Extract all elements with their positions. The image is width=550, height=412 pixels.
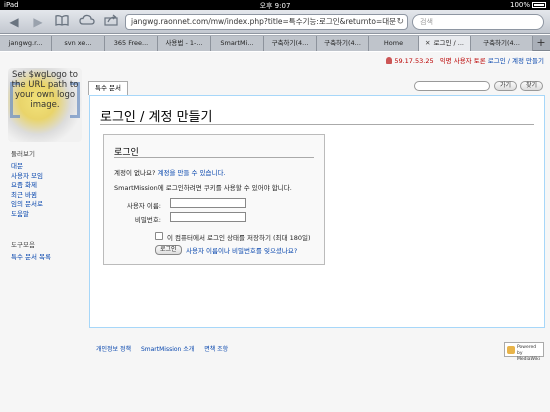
sidebar-item-main-page[interactable]: 대문: [0, 162, 86, 172]
close-tab-icon[interactable]: ✕: [425, 39, 430, 47]
disclaimers-link[interactable]: 면책 조항: [204, 346, 228, 353]
sidebar-item-recent-changes[interactable]: 최근 바뀜: [0, 191, 86, 201]
login-button[interactable]: 로그인: [155, 245, 182, 255]
battery-icon: [532, 2, 546, 8]
tools-header: 도구모음: [11, 241, 35, 249]
create-account-link[interactable]: 계정을 만들 수 있습니다.: [157, 169, 225, 177]
wiki-search-input[interactable]: [414, 81, 490, 91]
footer-links: 개인정보 정책 SmartMission 소개 면책 조항: [96, 344, 236, 353]
username-label: 사용자 이름:: [126, 202, 161, 210]
browser-tab-active[interactable]: ✕ 로그인 / ...: [419, 36, 471, 51]
search-button[interactable]: 찾기: [520, 81, 544, 91]
browser-tab[interactable]: 구축하기(4...: [317, 36, 369, 51]
username-input[interactable]: [170, 198, 246, 208]
privacy-policy-link[interactable]: 개인정보 정책: [96, 346, 131, 353]
mediawiki-icon: [507, 346, 515, 354]
sidebar-item-current-events[interactable]: 요즘 화제: [0, 181, 86, 191]
remember-label: 이 컴퓨터에서 로그인 상태를 저장하기 (최대 180일): [167, 234, 311, 242]
navigation-header: 둘러보기: [11, 150, 35, 158]
remember-checkbox[interactable]: [155, 232, 163, 240]
browser-tab[interactable]: 사용법 - 1-...: [158, 36, 211, 51]
forgot-password-link[interactable]: 사용자 이름이나 비밀번호를 잊으셨나요?: [186, 245, 297, 255]
personal-tools: 59.17.53.25 익명 사용자 토론 로그인 / 계정 만들기: [386, 55, 544, 65]
content-area: 로그인 / 계정 만들기 로그인 계정이 없나요? 계정을 만들 수 있습니다.…: [89, 95, 545, 328]
tab-bar: jangwg.r... svn xe... 365 Free... 사용법 - …: [0, 35, 550, 51]
reload-icon[interactable]: ↻: [396, 15, 404, 29]
cookie-note: SmartMission에 로그인하려면 쿠키를 사용할 수 있어야 합니다.: [114, 184, 292, 192]
browser-toolbar: ◀ ▶ jangwg.raonnet.com/mw/index.php?titl…: [0, 10, 550, 34]
browser-tab[interactable]: jangwg.r...: [0, 36, 52, 51]
browser-tab[interactable]: svn xe...: [52, 36, 105, 51]
sidebar: 둘러보기 대문 사용자 모임 요즘 화제 최근 바뀜 임의 문서로 도움말 도구…: [0, 148, 86, 263]
share-icon[interactable]: [101, 14, 121, 30]
page-title: 로그인 / 계정 만들기: [100, 110, 213, 125]
web-page: 59.17.53.25 익명 사용자 토론 로그인 / 계정 만들기 Set $…: [0, 52, 550, 412]
search-field[interactable]: 검색: [412, 14, 544, 30]
about-link[interactable]: SmartMission 소개: [141, 346, 194, 353]
tab-special-page[interactable]: 특수 문서: [88, 81, 128, 95]
ip-address-link[interactable]: 59.17.53.25: [394, 57, 433, 65]
sidebar-item-special-pages[interactable]: 특수 문서 목록: [0, 253, 86, 263]
password-label: 비밀번호:: [134, 216, 161, 224]
browser-tab[interactable]: 구축하기(4...: [264, 36, 317, 51]
tab-label: 로그인 / ...: [433, 39, 464, 47]
powered-by-mediawiki-badge[interactable]: Powered by MediaWiki: [504, 342, 544, 362]
browser-tab[interactable]: SmartMi...: [211, 36, 264, 51]
back-icon[interactable]: ◀: [4, 14, 24, 30]
status-bar: iPad 오후 9:07 100%: [0, 0, 550, 10]
user-icon: [386, 57, 393, 64]
no-account-text: 계정이 없나요? 계정을 만들 수 있습니다.: [114, 169, 226, 177]
site-logo[interactable]: Set $wgLogo to the URL path to your own …: [8, 68, 82, 142]
forward-icon[interactable]: ▶: [28, 14, 48, 30]
title-divider: [100, 124, 534, 125]
new-tab-button[interactable]: +: [534, 35, 548, 50]
address-bar[interactable]: jangwg.raonnet.com/mw/index.php?title=특수…: [125, 14, 408, 30]
url-text: jangwg.raonnet.com/mw/index.php?title=특수…: [131, 17, 397, 26]
bookmarks-icon[interactable]: [52, 14, 72, 30]
login-divider: [114, 157, 314, 158]
browser-tab[interactable]: 365 Free...: [105, 36, 158, 51]
battery-status: 100%: [510, 1, 546, 9]
login-link[interactable]: 로그인 / 계정 만들기: [488, 57, 544, 65]
anon-talk-link[interactable]: 익명 사용자 토론: [440, 57, 486, 65]
logo-placeholder-text: Set $wgLogo to the URL path to your own …: [11, 70, 79, 110]
password-input[interactable]: [170, 212, 246, 222]
browser-tab[interactable]: 구축하기(4...: [471, 36, 533, 51]
sidebar-item-community[interactable]: 사용자 모임: [0, 172, 86, 182]
sidebar-item-random-page[interactable]: 임의 문서로: [0, 200, 86, 210]
browser-tab[interactable]: Home: [369, 36, 419, 51]
go-button[interactable]: 가기: [494, 81, 518, 91]
cloud-icon[interactable]: [77, 14, 97, 30]
badge-text: Powered by MediaWiki: [517, 345, 540, 362]
login-form: 로그인 계정이 없나요? 계정을 만들 수 있습니다. SmartMission…: [103, 134, 325, 265]
sidebar-item-help[interactable]: 도움말: [0, 210, 86, 220]
